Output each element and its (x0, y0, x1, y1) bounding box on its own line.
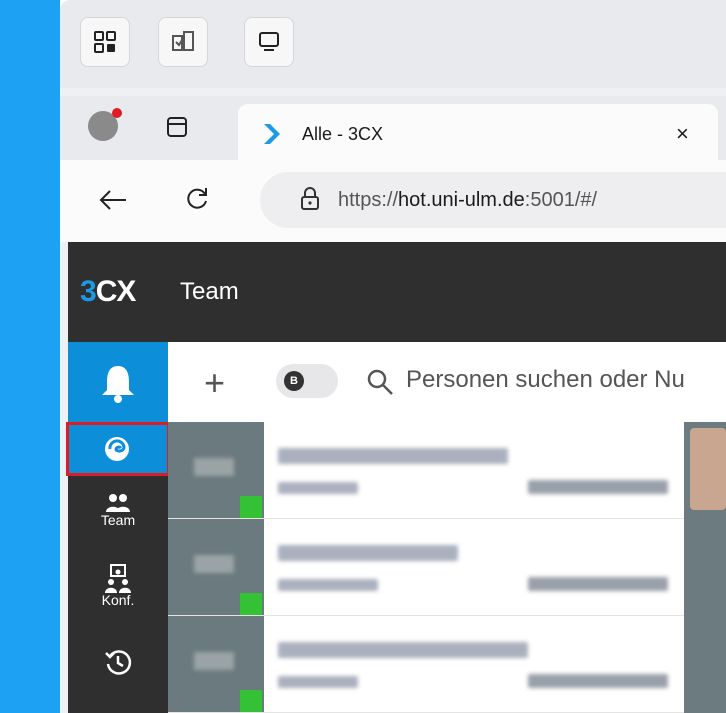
tab-close-icon[interactable]: × (676, 121, 689, 147)
url-path: :5001/#/ (524, 189, 598, 211)
edge-extension-button[interactable] (66, 422, 170, 476)
contact-status-text (278, 482, 358, 494)
status-indicator (240, 496, 262, 518)
notifications-button[interactable] (68, 342, 168, 422)
snap-layout-button[interactable] (158, 17, 208, 67)
contact-actions[interactable] (528, 577, 668, 591)
desktop-background (0, 0, 60, 713)
contact-extension (194, 652, 234, 670)
contact-status-text (278, 676, 358, 688)
contact-name (278, 642, 528, 658)
snap-icon (172, 31, 194, 51)
app-header: 3CX Team (68, 242, 726, 342)
reload-icon[interactable] (184, 186, 210, 212)
3cx-logo: 3CX (80, 275, 137, 309)
history-icon (105, 650, 132, 675)
search-icon[interactable] (366, 368, 394, 396)
monitor-icon (259, 32, 279, 51)
nav-conference[interactable]: Konf. (68, 558, 168, 628)
search-toolbar: + B Personen suchen oder Nu (168, 342, 726, 423)
url-text: https://hot.uni-ulm.de:5001/#/ (338, 189, 597, 212)
notification-dot (112, 108, 122, 118)
back-arrow-icon[interactable] (98, 188, 128, 212)
contact-actions[interactable] (528, 480, 668, 494)
3cx-favicon-icon (264, 124, 280, 144)
contact-extension (194, 555, 234, 573)
search-input[interactable]: Personen suchen oder Nu (406, 366, 685, 394)
lock-icon[interactable] (300, 187, 320, 211)
nav-team-label: Team (100, 512, 136, 528)
address-bar-row: https://hot.uni-ulm.de:5001/#/ (60, 160, 726, 242)
contact-actions[interactable] (528, 674, 668, 688)
nav-conference-label: Konf. (101, 592, 135, 608)
contact-row[interactable] (168, 422, 688, 519)
edge-icon (105, 437, 129, 461)
nav-history[interactable] (68, 642, 168, 712)
status-indicator (240, 593, 262, 615)
team-icon (106, 494, 130, 512)
tab-strip: Alle - 3CX × (60, 96, 726, 162)
contact-extension (194, 458, 234, 476)
tab-title: Alle - 3CX (302, 124, 384, 144)
tab-actions-icon[interactable] (166, 116, 188, 138)
contact-list (168, 422, 726, 713)
contact-row[interactable] (168, 616, 688, 713)
contact-photo (690, 428, 726, 510)
url-field[interactable]: https://hot.uni-ulm.de:5001/#/ (260, 172, 726, 228)
url-scheme: https:// (338, 189, 399, 211)
presence-toggle[interactable]: B (276, 364, 338, 398)
contact-name (278, 448, 508, 464)
logo-cx: CX (95, 275, 137, 308)
logo-three: 3 (80, 275, 97, 308)
sidebar: Team Konf. (66, 342, 170, 713)
app-title: Team (180, 278, 239, 305)
url-host: hot.uni-ulm.de (398, 189, 525, 211)
add-icon[interactable]: + (204, 362, 225, 404)
tab-active[interactable]: Alle - 3CX × (238, 104, 718, 162)
contact-status-text (278, 579, 378, 591)
bell-icon (102, 366, 134, 403)
conference-icon (105, 564, 131, 593)
monitor-button[interactable] (244, 17, 294, 67)
window-toolbar (60, 0, 726, 88)
browser-window: Alle - 3CX × https://hot.uni-ulm.de:5001… (60, 0, 726, 713)
toggle-knob: B (284, 371, 304, 391)
widgets-button[interactable] (80, 17, 130, 67)
profile-avatar[interactable] (88, 108, 122, 141)
widgets-icon (94, 31, 116, 53)
3cx-app: 3CX Team Team Konf. + B Personen suchen … (66, 242, 726, 713)
main-content: + B Personen suchen oder Nu (168, 342, 726, 713)
status-indicator (240, 690, 262, 712)
contact-row[interactable] (168, 519, 688, 616)
nav-team[interactable]: Team (68, 482, 168, 552)
contact-name (278, 545, 458, 561)
